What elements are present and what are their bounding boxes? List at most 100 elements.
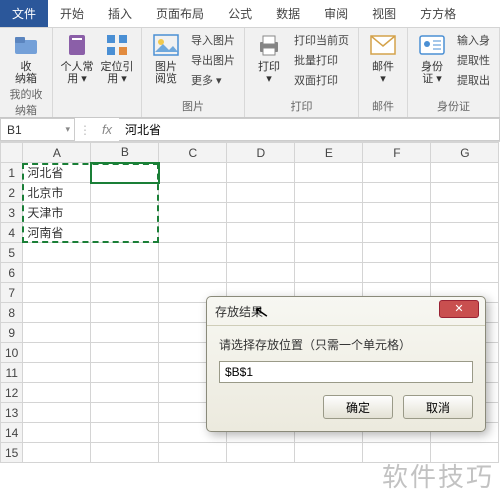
print-button[interactable]: 打印 ▾ (251, 31, 287, 85)
cell-D5[interactable] (227, 243, 295, 263)
row-header-4[interactable]: 4 (1, 223, 23, 243)
cell-G5[interactable] (431, 243, 499, 263)
row-header-9[interactable]: 9 (1, 323, 23, 343)
cell-reference-input[interactable] (219, 361, 473, 383)
more-pic-item[interactable]: 更多 ▾ (188, 71, 238, 89)
row-header-12[interactable]: 12 (1, 383, 23, 403)
col-header-A[interactable]: A (23, 143, 91, 163)
cell-F4[interactable] (363, 223, 431, 243)
cell-D1[interactable] (227, 163, 295, 183)
cell-E4[interactable] (295, 223, 363, 243)
cell-C3[interactable] (159, 203, 227, 223)
row-header-2[interactable]: 2 (1, 183, 23, 203)
cell-B4[interactable] (91, 223, 159, 243)
row-header-7[interactable]: 7 (1, 283, 23, 303)
cell-B8[interactable] (91, 303, 159, 323)
row-header-1[interactable]: 1 (1, 163, 23, 183)
cell-A10[interactable] (23, 343, 91, 363)
cell-A4[interactable]: 河南省 (23, 223, 91, 243)
select-all-corner[interactable] (1, 143, 23, 163)
id-input-item[interactable]: 输入身 (454, 31, 493, 49)
dialog-close-button[interactable]: ✕ (439, 300, 479, 318)
tab-layout[interactable]: 页面布局 (144, 0, 216, 27)
cell-E15[interactable] (295, 443, 363, 463)
row-header-5[interactable]: 5 (1, 243, 23, 263)
cell-B1[interactable] (91, 163, 159, 183)
tab-formula[interactable]: 公式 (216, 0, 264, 27)
cell-B5[interactable] (91, 243, 159, 263)
storage-box-button[interactable]: 收 纳箱 (8, 31, 44, 85)
cell-A14[interactable] (23, 423, 91, 443)
cell-A3[interactable]: 天津市 (23, 203, 91, 223)
duplex-print-item[interactable]: 双面打印 (291, 71, 352, 89)
picture-view-button[interactable]: 图片 阅览 (148, 31, 184, 85)
cell-E1[interactable] (295, 163, 363, 183)
cell-D2[interactable] (227, 183, 295, 203)
cell-C15[interactable] (159, 443, 227, 463)
col-header-B[interactable]: B (91, 143, 159, 163)
cell-E3[interactable] (295, 203, 363, 223)
cell-F1[interactable] (363, 163, 431, 183)
cell-D15[interactable] (227, 443, 295, 463)
col-header-F[interactable]: F (363, 143, 431, 163)
cell-F6[interactable] (363, 263, 431, 283)
col-header-G[interactable]: G (431, 143, 499, 163)
ok-button[interactable]: 确定 (323, 395, 393, 419)
cell-A12[interactable] (23, 383, 91, 403)
cell-B11[interactable] (91, 363, 159, 383)
cell-B9[interactable] (91, 323, 159, 343)
cell-B6[interactable] (91, 263, 159, 283)
cell-A8[interactable] (23, 303, 91, 323)
cell-B12[interactable] (91, 383, 159, 403)
cell-E5[interactable] (295, 243, 363, 263)
cell-A9[interactable] (23, 323, 91, 343)
cell-F2[interactable] (363, 183, 431, 203)
cell-G3[interactable] (431, 203, 499, 223)
cell-A11[interactable] (23, 363, 91, 383)
cell-F3[interactable] (363, 203, 431, 223)
cell-C4[interactable] (159, 223, 227, 243)
tab-toolbox[interactable]: 方方格 (408, 0, 468, 27)
cell-G2[interactable] (431, 183, 499, 203)
export-pic-item[interactable]: 导出图片 (188, 51, 238, 69)
tab-file[interactable]: 文件 (0, 0, 48, 27)
cell-C1[interactable] (159, 163, 227, 183)
idcard-button[interactable]: 身份 证 ▾ (414, 31, 450, 85)
col-header-C[interactable]: C (159, 143, 227, 163)
cancel-button[interactable]: 取消 (403, 395, 473, 419)
formula-input[interactable] (119, 118, 500, 141)
cell-E6[interactable] (295, 263, 363, 283)
cell-D6[interactable] (227, 263, 295, 283)
id-gender-item[interactable]: 提取性 (454, 51, 493, 69)
cell-B7[interactable] (91, 283, 159, 303)
tab-view[interactable]: 视图 (360, 0, 408, 27)
cell-A13[interactable] (23, 403, 91, 423)
row-header-10[interactable]: 10 (1, 343, 23, 363)
tab-home[interactable]: 开始 (48, 0, 96, 27)
mail-button[interactable]: 邮件 ▾ (365, 31, 401, 85)
tab-review[interactable]: 审阅 (312, 0, 360, 27)
cell-A2[interactable]: 北京市 (23, 183, 91, 203)
cell-G1[interactable] (431, 163, 499, 183)
cell-C5[interactable] (159, 243, 227, 263)
cell-A6[interactable] (23, 263, 91, 283)
personal-button[interactable]: 个人常 用 ▾ (59, 31, 95, 85)
row-header-8[interactable]: 8 (1, 303, 23, 323)
locate-ref-button[interactable]: 定位引 用 ▾ (99, 31, 135, 85)
row-header-6[interactable]: 6 (1, 263, 23, 283)
cell-B13[interactable] (91, 403, 159, 423)
cell-B10[interactable] (91, 343, 159, 363)
cell-G4[interactable] (431, 223, 499, 243)
cell-G6[interactable] (431, 263, 499, 283)
row-header-3[interactable]: 3 (1, 203, 23, 223)
print-current-item[interactable]: 打印当前页 (291, 31, 352, 49)
cell-C6[interactable] (159, 263, 227, 283)
row-header-11[interactable]: 11 (1, 363, 23, 383)
col-header-D[interactable]: D (227, 143, 295, 163)
cell-A15[interactable] (23, 443, 91, 463)
cell-B14[interactable] (91, 423, 159, 443)
row-header-15[interactable]: 15 (1, 443, 23, 463)
cell-D3[interactable] (227, 203, 295, 223)
cell-A1[interactable]: 河北省 (23, 163, 91, 183)
cell-A5[interactable] (23, 243, 91, 263)
